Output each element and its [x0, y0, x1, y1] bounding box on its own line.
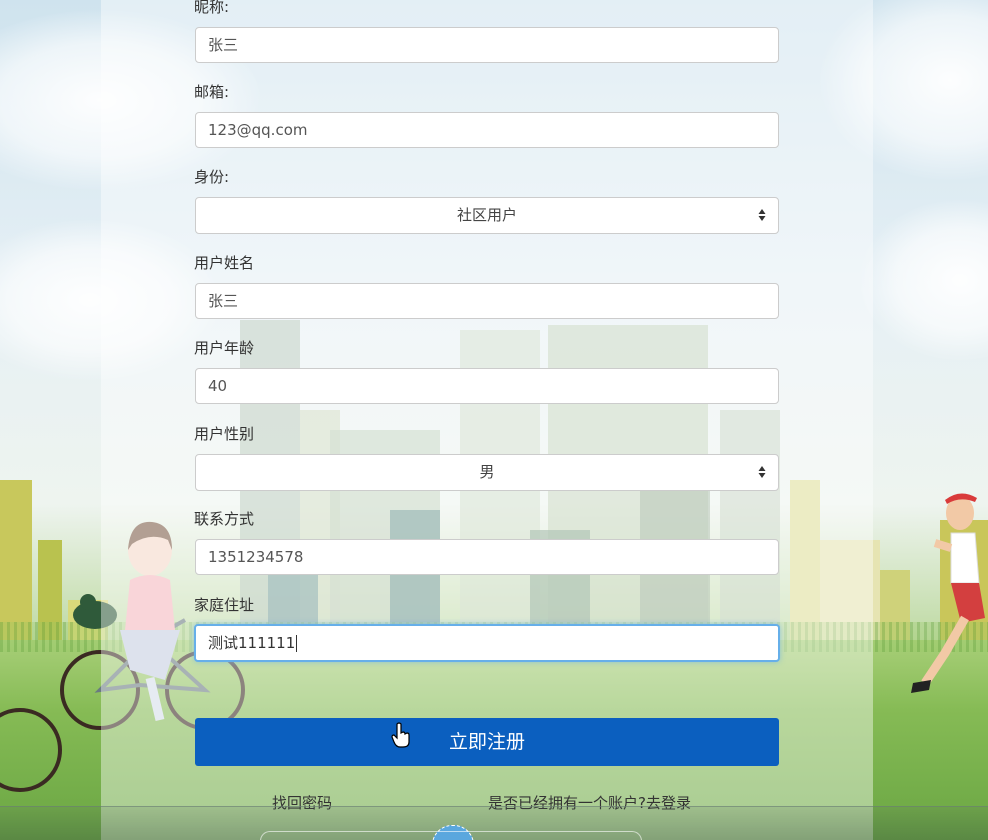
- nickname-input[interactable]: 张三: [195, 27, 779, 63]
- address-input-value: 测试111111: [208, 634, 296, 652]
- register-button[interactable]: 立即注册: [195, 718, 779, 766]
- background-scene: 昵称: 张三 邮箱: 123@qq.com 身份: 社区用户 用户姓名 张三 用…: [0, 0, 988, 840]
- runner-illustration: [911, 493, 985, 693]
- gender-select[interactable]: 男: [195, 454, 779, 491]
- email-label: 邮箱:: [194, 83, 230, 101]
- text-caret: [296, 635, 298, 652]
- toolbar-track: [260, 831, 642, 840]
- identity-select-value: 社区用户: [456, 206, 517, 224]
- contact-input[interactable]: 1351234578: [195, 539, 779, 575]
- age-label: 用户年龄: [194, 339, 255, 357]
- username-input[interactable]: 张三: [195, 283, 779, 319]
- identity-select[interactable]: 社区用户: [195, 197, 779, 234]
- identity-label: 身份:: [194, 168, 230, 186]
- cloud: [860, 200, 988, 360]
- nickname-label: 昵称:: [194, 0, 230, 16]
- address-label: 家庭住址: [194, 596, 255, 614]
- age-input[interactable]: 40: [195, 368, 779, 404]
- email-input[interactable]: 123@qq.com: [195, 112, 779, 148]
- hand-cursor-icon: [391, 722, 410, 748]
- gender-label: 用户性别: [194, 425, 255, 443]
- select-arrows-icon: [758, 209, 766, 221]
- contact-label: 联系方式: [194, 510, 255, 528]
- gender-select-value: 男: [479, 463, 495, 481]
- bottom-toolbar: [0, 806, 988, 840]
- select-arrows-icon: [758, 466, 766, 478]
- username-label: 用户姓名: [194, 254, 255, 272]
- address-input[interactable]: 测试111111: [194, 624, 780, 662]
